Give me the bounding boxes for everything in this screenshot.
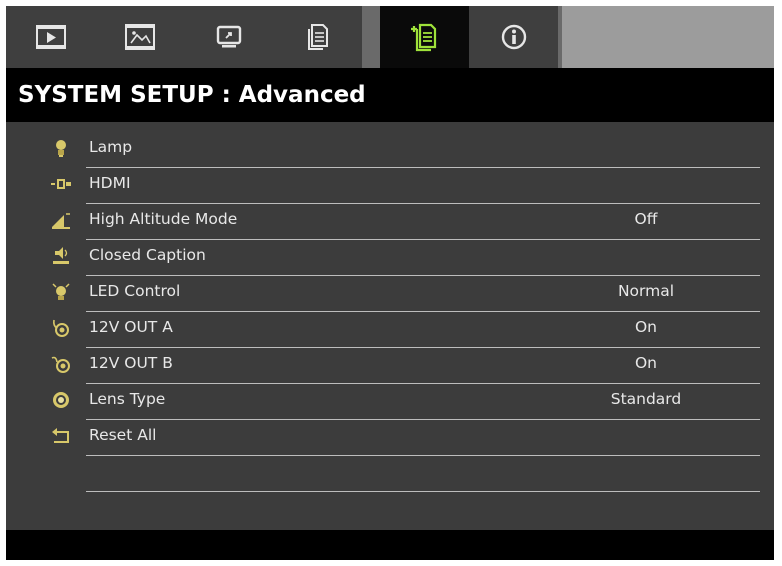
tab-bar [6, 6, 774, 68]
osd-menu-window: SYSTEM SETUP : Advanced Lamp HDMI High A… [6, 6, 774, 560]
led-icon [52, 283, 70, 300]
play-icon [35, 25, 66, 49]
menu-item-label: High Altitude Mode [89, 210, 238, 228]
menu-item-label: Reset All [89, 426, 157, 444]
tab-system-advanced[interactable] [380, 6, 469, 68]
lens-icon [53, 392, 69, 408]
altitude-icon [52, 213, 70, 229]
menu-item-label: Lens Type [89, 390, 166, 408]
hdmi-icon [51, 179, 71, 189]
menu-item-closed-caption[interactable]: Closed Caption [6, 240, 774, 276]
menu-item-high-altitude-mode[interactable]: High Altitude Mode Off [6, 204, 774, 240]
tab-picture[interactable] [95, 6, 184, 68]
tab-bar-filler [562, 6, 774, 68]
reset-icon [52, 428, 69, 443]
menu-item-lamp[interactable]: Lamp [6, 132, 774, 168]
menu-item-value: On [634, 318, 658, 336]
menu-item-label: Closed Caption [89, 246, 206, 264]
trigger-b-icon [51, 356, 70, 373]
menu-item-12v-out-b[interactable]: 12V OUT B On [6, 348, 774, 384]
tab-information[interactable] [469, 6, 558, 68]
menu-item-reset-all[interactable]: Reset All [6, 420, 774, 456]
menu-item-label: HDMI [89, 174, 131, 192]
menu-item-value: Standard [610, 390, 682, 408]
menu-item-value: On [634, 354, 658, 372]
document-icon [307, 24, 328, 50]
menu-item-label: Lamp [89, 138, 133, 156]
information-icon [501, 24, 526, 50]
trigger-a-icon [53, 319, 69, 337]
menu-item-label: 12V OUT A [89, 318, 173, 336]
tab-display[interactable] [184, 6, 273, 68]
system-advanced-icon [410, 23, 436, 52]
display-icon [216, 25, 241, 48]
tab-setup[interactable] [273, 6, 362, 68]
closed-caption-icon [53, 247, 69, 264]
menu-item-label: 12V OUT B [89, 354, 173, 372]
menu-item-led-control[interactable]: LED Control Normal [6, 276, 774, 312]
menu-item-value: Normal [617, 282, 675, 300]
menu-item-12v-out-a[interactable]: 12V OUT A On [6, 312, 774, 348]
lamp-icon [56, 140, 66, 157]
divider [86, 491, 760, 492]
page-title: SYSTEM SETUP : Advanced [6, 68, 774, 122]
menu-item-label: LED Control [89, 282, 181, 300]
menu-item-value: Off [634, 210, 658, 228]
menu-item-lens-type[interactable]: Lens Type Standard [6, 384, 774, 420]
picture-icon [124, 24, 155, 50]
status-bar [6, 530, 774, 560]
menu-item-hdmi[interactable]: HDMI [6, 168, 774, 204]
divider [86, 455, 760, 456]
tab-play[interactable] [6, 6, 95, 68]
